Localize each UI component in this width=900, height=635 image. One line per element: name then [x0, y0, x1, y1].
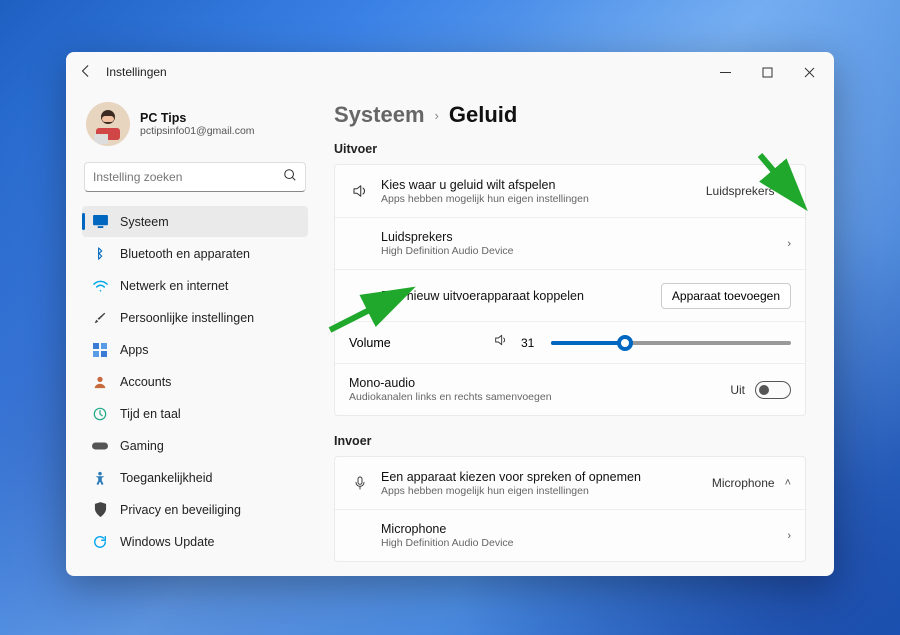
input-section-label: Invoer — [334, 434, 806, 448]
volume-value: 31 — [521, 336, 539, 350]
output-pair-row: Een nieuw uitvoerapparaat koppelen Appar… — [335, 269, 805, 321]
profile-name: PC Tips — [140, 111, 255, 125]
nav-item-gaming[interactable]: Gaming — [82, 430, 308, 461]
nav-item-netwerk-en-internet[interactable]: Netwerk en internet — [82, 270, 308, 301]
gaming-icon — [92, 438, 108, 454]
input-choose-row[interactable]: Een apparaat kiezen voor spreken of opne… — [335, 457, 805, 509]
search-input[interactable] — [93, 170, 283, 184]
nav-item-label: Systeem — [120, 215, 169, 229]
nav-item-label: Windows Update — [120, 535, 215, 549]
window-title: Instellingen — [106, 65, 167, 79]
accessibility-icon — [92, 470, 108, 486]
output-device-sub: High Definition Audio Device — [381, 245, 787, 257]
nav-item-label: Privacy en beveiliging — [120, 503, 241, 517]
volume-slider[interactable] — [551, 341, 791, 345]
breadcrumb-parent[interactable]: Systeem — [334, 102, 425, 128]
speaker-icon — [349, 182, 371, 200]
page-title: Geluid — [449, 102, 517, 128]
nav: Systeem ᛒ Bluetooth en apparaten Netwerk en… — [82, 206, 308, 557]
mono-sub: Audiokanalen links en rechts samenvoegen — [349, 391, 730, 403]
output-device-title: Luidsprekers — [381, 230, 787, 244]
mono-title: Mono-audio — [349, 376, 730, 390]
volume-label: Volume — [349, 336, 481, 350]
nav-item-tijd-en-taal[interactable]: Tijd en taal — [82, 398, 308, 429]
output-choose-title: Kies waar u geluid wilt afspelen — [381, 178, 706, 192]
nav-item-apps[interactable]: Apps — [82, 334, 308, 365]
person-icon — [92, 374, 108, 390]
profile-email: pctipsinfo01@gmail.com — [140, 125, 255, 137]
chevron-right-icon: › — [435, 108, 439, 123]
search-box[interactable] — [84, 162, 306, 192]
nav-item-label: Gaming — [120, 439, 164, 453]
profile[interactable]: PC Tips pctipsinfo01@gmail.com — [82, 96, 308, 160]
shield-icon — [92, 502, 108, 518]
main: Systeem › Geluid Uitvoer Kies waar u gel… — [316, 92, 834, 576]
avatar — [86, 102, 130, 146]
nav-item-privacy-en-beveiliging[interactable]: Privacy en beveiliging — [82, 494, 308, 525]
display-icon — [92, 214, 108, 230]
output-group: Kies waar u geluid wilt afspelen Apps he… — [334, 164, 806, 416]
nav-item-label: Apps — [120, 343, 149, 357]
update-icon — [92, 534, 108, 550]
titlebar: Instellingen — [66, 52, 834, 92]
input-device-sub: High Definition Audio Device — [381, 537, 787, 549]
nav-item-windows-update[interactable]: Windows Update — [82, 526, 308, 557]
clock-lang-icon — [92, 406, 108, 422]
close-button[interactable] — [788, 57, 830, 87]
input-group: Een apparaat kiezen voor spreken of opne… — [334, 456, 806, 562]
minimize-button[interactable] — [704, 57, 746, 87]
nav-item-label: Persoonlijke instellingen — [120, 311, 254, 325]
back-button[interactable] — [70, 64, 102, 81]
output-pair-title: Een nieuw uitvoerapparaat koppelen — [381, 289, 661, 303]
nav-item-systeem[interactable]: Systeem — [82, 206, 308, 237]
nav-item-label: Bluetooth en apparaten — [120, 247, 250, 261]
wifi-icon — [92, 278, 108, 294]
input-choose-title: Een apparaat kiezen voor spreken of opne… — [381, 470, 712, 484]
add-device-button[interactable]: Apparaat toevoegen — [661, 283, 791, 309]
volume-icon[interactable] — [493, 332, 509, 353]
bluetooth-icon: ᛒ — [92, 246, 108, 262]
output-choose-sub: Apps hebben mogelijk hun eigen instellin… — [381, 193, 706, 205]
nav-item-label: Accounts — [120, 375, 171, 389]
sidebar: PC Tips pctipsinfo01@gmail.com Systeem ᛒB… — [66, 92, 316, 576]
chevron-up-icon: ˄ — [785, 185, 791, 197]
apps-icon — [92, 342, 108, 358]
brush-icon — [92, 310, 108, 326]
chevron-right-icon: › — [787, 530, 791, 542]
mono-state: Uit — [730, 383, 745, 397]
nav-item-bluetooth-en-apparaten[interactable]: ᛒ Bluetooth en apparaten — [82, 238, 308, 269]
nav-item-accounts[interactable]: Accounts — [82, 366, 308, 397]
search-icon — [283, 168, 297, 187]
input-device-row[interactable]: Microphone High Definition Audio Device … — [335, 509, 805, 561]
output-device-row[interactable]: Luidsprekers High Definition Audio Devic… — [335, 217, 805, 269]
nav-item-toegankelijkheid[interactable]: Toegankelijkheid — [82, 462, 308, 493]
nav-item-label: Netwerk en internet — [120, 279, 228, 293]
breadcrumb: Systeem › Geluid — [334, 102, 806, 128]
input-choose-sub: Apps hebben mogelijk hun eigen instellin… — [381, 485, 712, 497]
microphone-icon — [349, 475, 371, 491]
chevron-up-icon: ˄ — [785, 477, 791, 489]
output-choose-row[interactable]: Kies waar u geluid wilt afspelen Apps he… — [335, 165, 805, 217]
nav-item-label: Tijd en taal — [120, 407, 181, 421]
input-device-title: Microphone — [381, 522, 787, 536]
mono-toggle[interactable] — [755, 381, 791, 399]
output-section-label: Uitvoer — [334, 142, 806, 156]
nav-item-persoonlijke-instellingen[interactable]: Persoonlijke instellingen — [82, 302, 308, 333]
output-choose-value: Luidsprekers — [706, 184, 775, 198]
input-choose-value: Microphone — [712, 476, 775, 490]
maximize-button[interactable] — [746, 57, 788, 87]
volume-row: Volume 31 — [335, 321, 805, 363]
nav-item-label: Toegankelijkheid — [120, 471, 212, 485]
settings-window: Instellingen PC Tips pctips — [66, 52, 834, 576]
mono-audio-row: Mono-audio Audiokanalen links en rechts … — [335, 363, 805, 415]
chevron-right-icon: › — [787, 238, 791, 250]
